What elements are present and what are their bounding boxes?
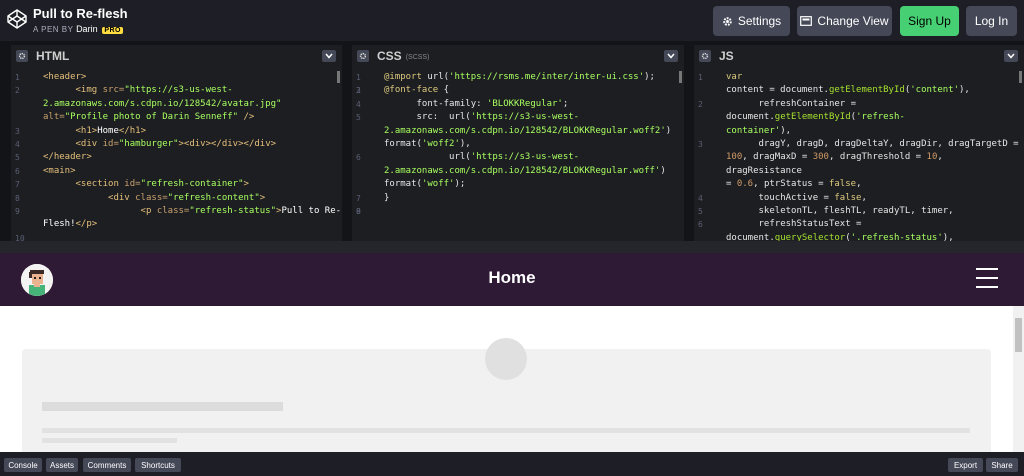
js-editor-scrollbar[interactable] <box>1019 71 1022 83</box>
js-editor[interactable]: JS 1 var content = document.getElementByI… <box>694 45 1024 241</box>
html-editor[interactable]: HTML 1 <header> 2 <img src="https://s3-us… <box>11 45 342 241</box>
css-settings-icon[interactable] <box>357 50 369 62</box>
html-code[interactable]: 1 <header> 2 <img src="https://s3-us-west… <box>11 71 342 241</box>
gear-icon <box>723 16 732 26</box>
sign-up-button[interactable]: Sign Up <box>900 6 959 36</box>
skeleton-card <box>22 338 991 452</box>
css-editor[interactable]: CSS (SCSS) 1 @import url('https://rsms.me… <box>352 45 684 241</box>
preview-header: Home <box>0 253 1024 306</box>
pen-meta-prefix: A PEN BY <box>33 25 74 34</box>
codepen-logo-icon[interactable] <box>7 9 27 29</box>
preview-page-title: Home <box>488 268 536 287</box>
hamburger-bar <box>976 268 998 270</box>
skeleton-text-placeholder <box>42 428 970 433</box>
export-button[interactable]: Export <box>948 458 983 472</box>
comments-button[interactable]: Comments <box>83 458 131 472</box>
hamburger-bar <box>976 277 998 279</box>
share-button[interactable]: Share <box>986 458 1018 472</box>
html-collapse-chevron-down-icon[interactable] <box>322 50 336 62</box>
html-editor-scrollbar[interactable] <box>337 71 340 83</box>
skeleton-text-placeholder <box>42 438 177 443</box>
css-code[interactable]: 1 @import url('https://rsms.me/inter/inte… <box>352 71 684 216</box>
author-link[interactable]: Darin <box>76 24 98 34</box>
html-settings-icon[interactable] <box>16 50 28 62</box>
css-editor-scrollbar[interactable] <box>679 71 682 83</box>
change-view-label: Change View <box>817 14 889 28</box>
log-in-button[interactable]: Log In <box>966 6 1017 36</box>
top-bar: Pull to Re-flesh A PEN BY Darin PRO Sett… <box>0 0 1024 41</box>
preview-scrollbar-thumb[interactable] <box>1015 318 1022 352</box>
editor-panels: HTML 1 <header> 2 <img src="https://s3-us… <box>0 41 1024 241</box>
layout-icon <box>800 16 813 26</box>
preview-pane[interactable]: Home <box>0 253 1024 452</box>
js-code[interactable]: 1 var content = document.getElementById('… <box>694 71 1024 241</box>
preview-scrollbar[interactable] <box>1013 306 1024 452</box>
css-editor-header: CSS (SCSS) <box>352 45 684 67</box>
js-editor-title: JS <box>719 49 734 63</box>
hamburger-menu-icon[interactable] <box>976 268 998 288</box>
css-editor-subtitle: (SCSS) <box>405 54 430 61</box>
js-collapse-chevron-down-icon[interactable] <box>1004 50 1018 62</box>
settings-button[interactable]: Settings <box>713 6 790 36</box>
js-editor-header: JS <box>694 45 1024 67</box>
html-editor-header: HTML <box>11 45 342 67</box>
skeleton-avatar-placeholder <box>485 338 527 380</box>
html-editor-title: HTML <box>36 49 70 63</box>
skeleton-title-placeholder <box>42 402 283 411</box>
assets-button[interactable]: Assets <box>46 458 78 472</box>
hamburger-bar <box>976 286 998 288</box>
resize-handle[interactable] <box>0 241 1024 253</box>
js-settings-icon[interactable] <box>699 50 711 62</box>
bottom-bar: Console Assets Comments Shortcuts Export… <box>0 452 1024 476</box>
settings-label: Settings <box>737 14 782 28</box>
css-collapse-chevron-down-icon[interactable] <box>664 50 678 62</box>
css-editor-title: CSS <box>377 49 402 63</box>
change-view-button[interactable]: Change View <box>797 6 892 36</box>
console-button[interactable]: Console <box>4 458 42 472</box>
pen-title[interactable]: Pull to Re-flesh <box>33 6 128 21</box>
pro-badge: PRO <box>102 27 123 34</box>
shortcuts-button[interactable]: Shortcuts <box>135 458 181 472</box>
pen-author-line: A PEN BY Darin PRO <box>33 24 123 34</box>
